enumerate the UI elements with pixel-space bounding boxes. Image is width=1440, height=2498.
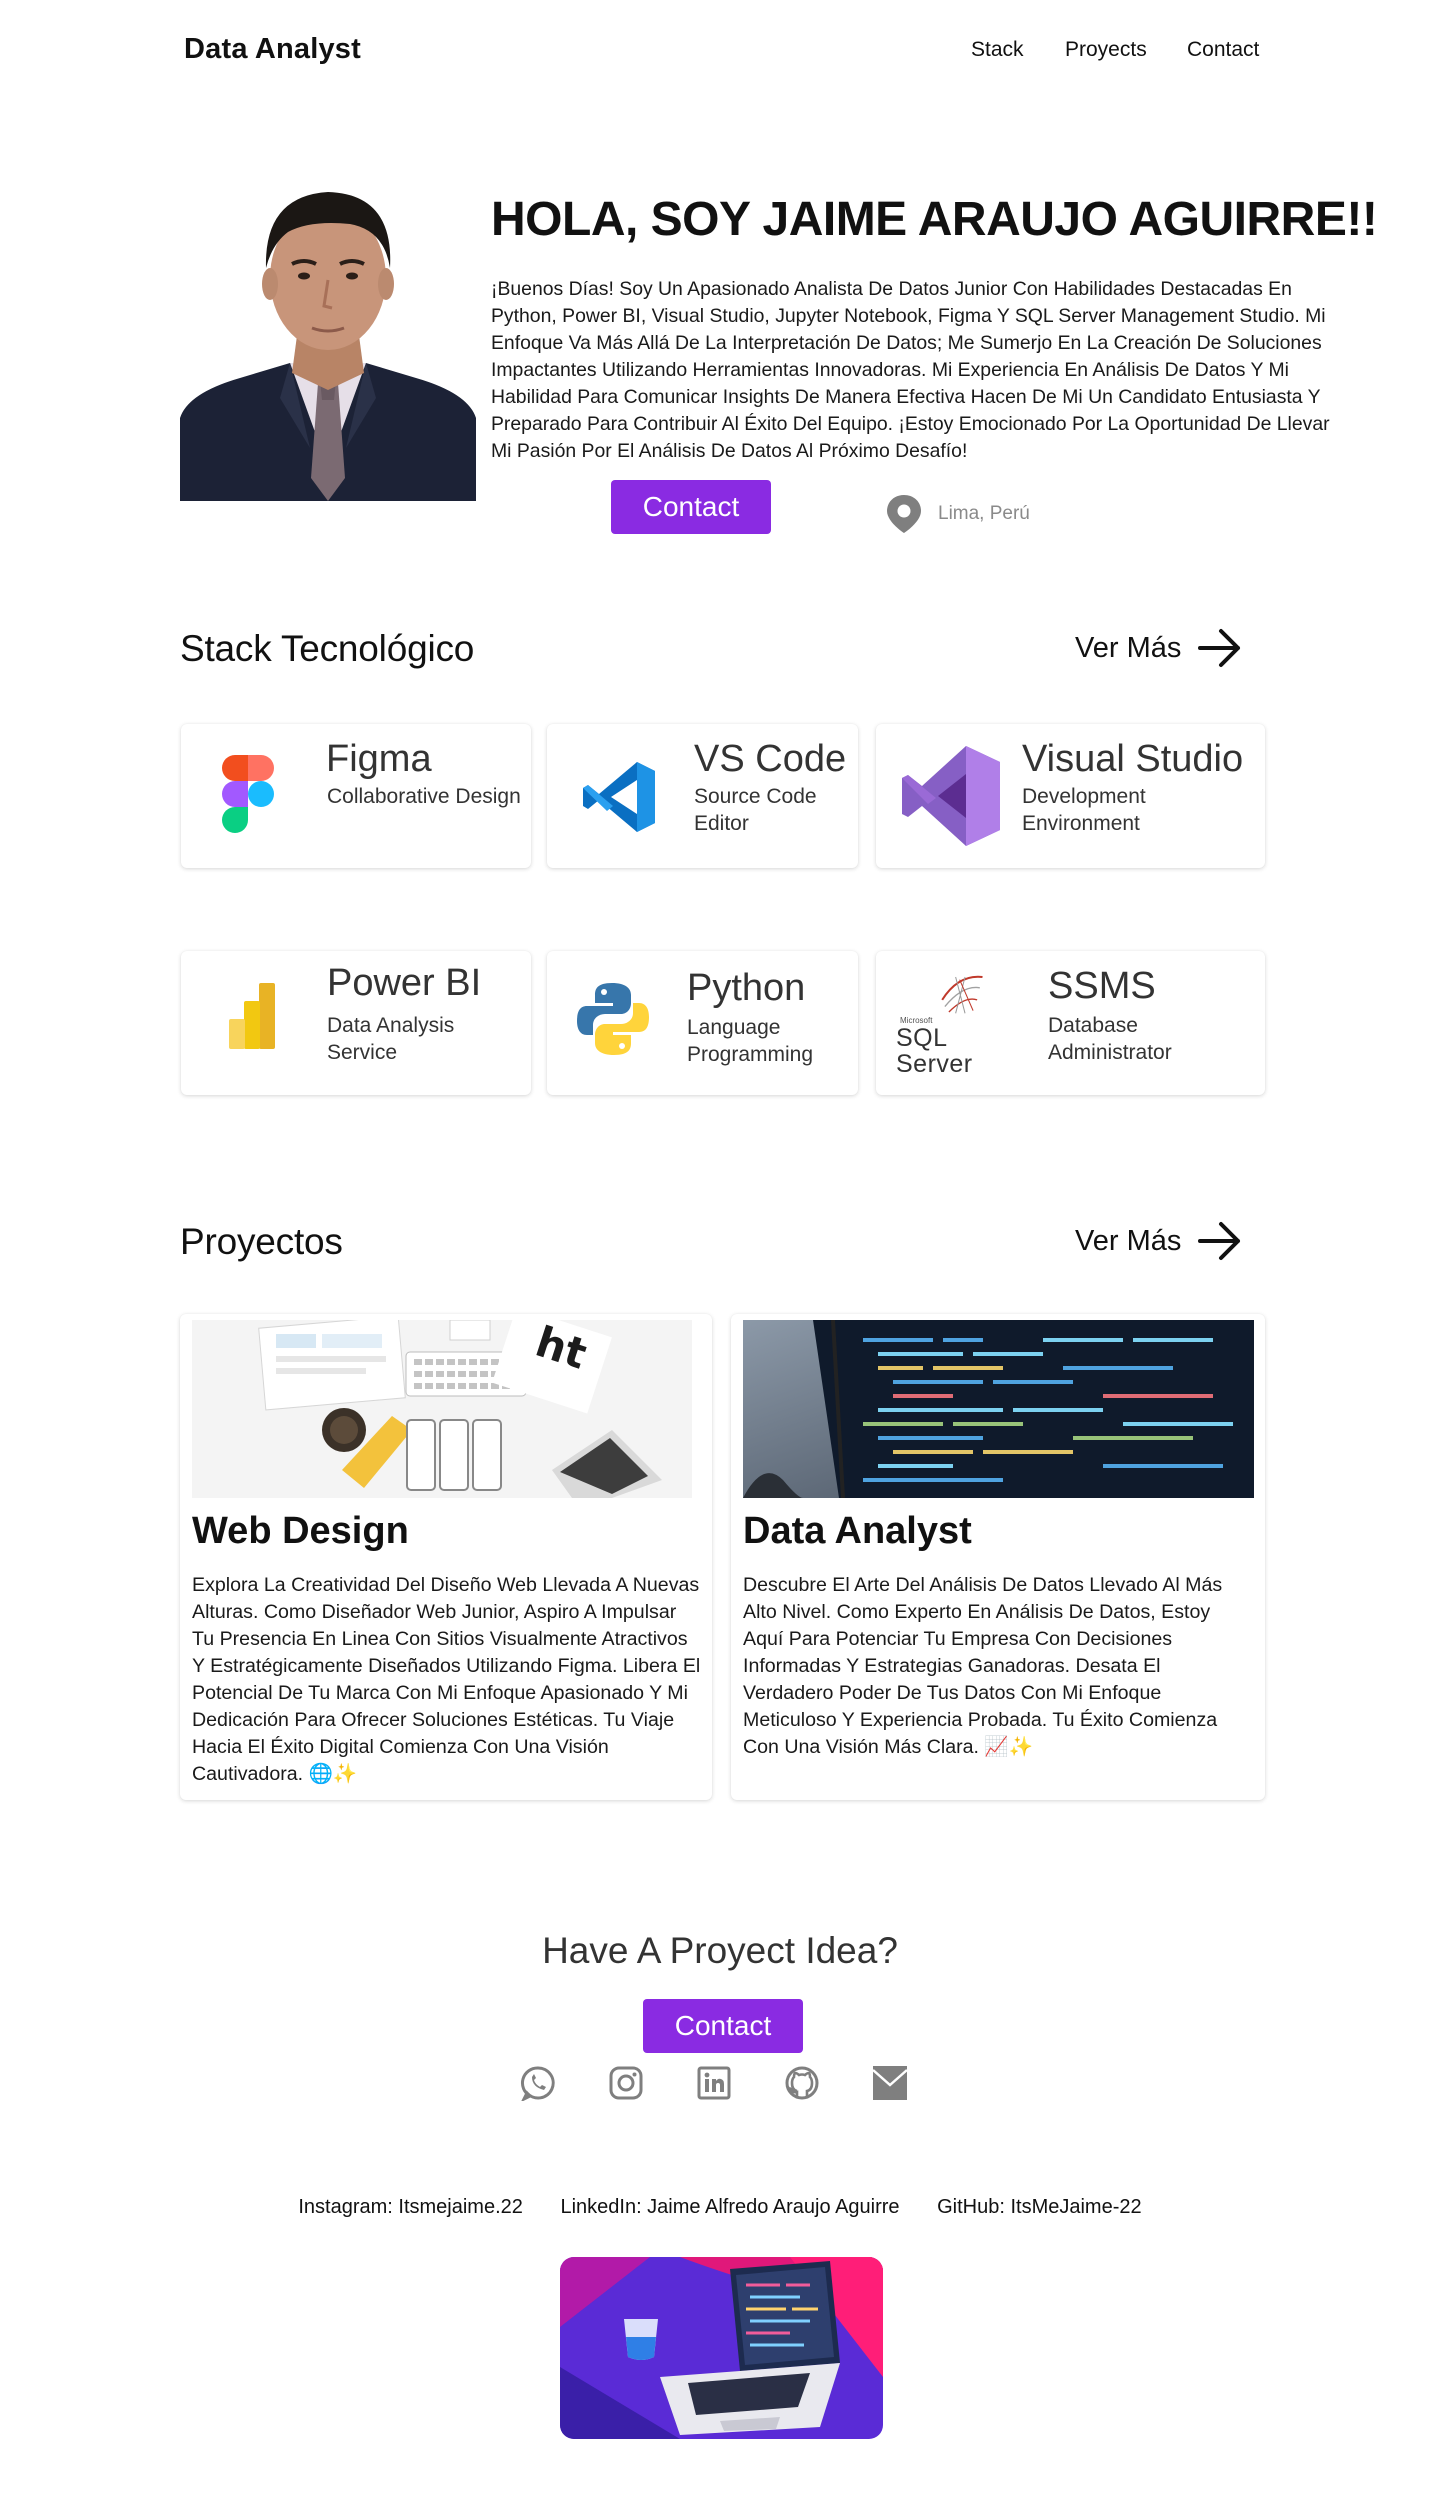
project-title-data-analyst: Data Analyst xyxy=(743,1510,972,1552)
location-text: Lima, Perú xyxy=(938,503,1030,524)
power-bi-icon xyxy=(225,981,281,1053)
cta-contact-button[interactable]: Contact xyxy=(643,1999,803,2053)
python-icon xyxy=(575,981,651,1057)
project-card-web-design[interactable]: ht Web Design Explora La Creatividad Del… xyxy=(180,1314,712,1800)
footer-instagram[interactable]: Instagram: Itsmejaime.22 xyxy=(298,2196,523,2218)
project-image-data-analyst xyxy=(743,1320,1254,1498)
mail-icon[interactable] xyxy=(872,2065,908,2101)
stack-name-ssms: SSMS xyxy=(1048,965,1156,1007)
cta-title: Have A Proyect Idea? xyxy=(542,1930,898,1971)
nav-proyects[interactable]: Proyects xyxy=(1065,38,1147,62)
stack-desc-vscode: Source Code Editor xyxy=(694,785,817,835)
stack-card-power-bi[interactable]: Power BI Data Analysis Service xyxy=(181,951,531,1095)
stack-desc-ssms: Database Administrator xyxy=(1048,1014,1172,1064)
nav-stack[interactable]: Stack xyxy=(971,38,1024,62)
projects-ver-mas-label: Ver Más xyxy=(1075,1224,1182,1257)
hero-title: HOLA, SOY JAIME ARAUJO AGUIRRE!! xyxy=(491,193,1378,246)
visual-studio-icon xyxy=(900,744,1002,848)
project-title-web-design: Web Design xyxy=(192,1510,409,1552)
nav-contact[interactable]: Contact xyxy=(1187,38,1259,62)
footer-laptop-illustration xyxy=(560,2257,883,2439)
footer-links: Instagram: Itsmejaime.22 LinkedIn: Jaime… xyxy=(0,2196,1440,2219)
stack-desc-figma: Collaborative Design xyxy=(327,785,521,808)
projects-ver-mas-link[interactable]: Ver Más xyxy=(1075,1219,1243,1263)
location: Lima, Perú xyxy=(884,493,1030,535)
stack-desc-power-bi: Data Analysis Service xyxy=(327,1014,455,1064)
stack-card-visual-studio[interactable]: Visual Studio Development Environment xyxy=(876,724,1265,868)
project-image-web-design: ht xyxy=(192,1320,692,1498)
stack-card-python[interactable]: Python Language Programming xyxy=(547,951,858,1095)
stack-name-python: Python xyxy=(687,967,806,1009)
profile-photo xyxy=(180,168,476,501)
stack-ver-mas-label: Ver Más xyxy=(1075,631,1182,664)
stack-name-vscode: VS Code xyxy=(694,738,847,780)
social-icons xyxy=(520,2065,908,2103)
figma-icon xyxy=(221,755,275,835)
stack-card-vscode[interactable]: VS Code Source Code Editor xyxy=(547,724,858,868)
stack-card-figma[interactable]: Figma Collaborative Design xyxy=(181,724,531,868)
linkedin-icon[interactable] xyxy=(696,2065,732,2101)
sql-logo-text: SQL Server xyxy=(896,1024,973,1078)
sql-server-icon: Microsoft SQL Server xyxy=(896,973,1026,1077)
stack-title: Stack Tecnológico xyxy=(180,628,475,669)
stack-desc-visual-studio: Development Environment xyxy=(1022,785,1146,835)
arrow-right-icon xyxy=(1198,629,1241,667)
github-icon[interactable] xyxy=(784,2065,820,2101)
location-pin-icon xyxy=(887,495,921,533)
hero-description: ¡Buenos Días! Soy Un Apasionado Analista… xyxy=(491,278,1330,462)
stack-card-ssms[interactable]: Microsoft SQL Server SSMS Database Admin… xyxy=(876,951,1265,1095)
project-card-data-analyst[interactable]: Data Analyst Descubre El Arte Del Anális… xyxy=(731,1314,1265,1800)
whatsapp-icon[interactable] xyxy=(520,2065,556,2103)
footer-linkedin[interactable]: LinkedIn: Jaime Alfredo Araujo Aguirre xyxy=(560,2196,899,2218)
stack-name-power-bi: Power BI xyxy=(327,962,482,1004)
hero-contact-button[interactable]: Contact xyxy=(611,480,771,534)
projects-title: Proyectos xyxy=(180,1221,343,1262)
project-text-data-analyst: Descubre El Arte Del Análisis De Datos L… xyxy=(743,1574,1223,1758)
project-text-web-design: Explora La Creatividad Del Diseño Web Ll… xyxy=(192,1574,701,1785)
stack-name-visual-studio: Visual Studio xyxy=(1022,738,1244,780)
stack-desc-python: Language Programming xyxy=(687,1016,814,1066)
stack-ver-mas-link[interactable]: Ver Más xyxy=(1075,626,1243,670)
brand-logo[interactable]: Data Analyst xyxy=(184,33,361,66)
arrow-right-icon xyxy=(1198,1222,1241,1260)
stack-name-figma: Figma xyxy=(326,738,432,780)
vscode-icon xyxy=(581,758,659,836)
footer-github[interactable]: GitHub: ItsMeJaime-22 xyxy=(937,2196,1142,2218)
instagram-icon[interactable] xyxy=(608,2065,644,2101)
